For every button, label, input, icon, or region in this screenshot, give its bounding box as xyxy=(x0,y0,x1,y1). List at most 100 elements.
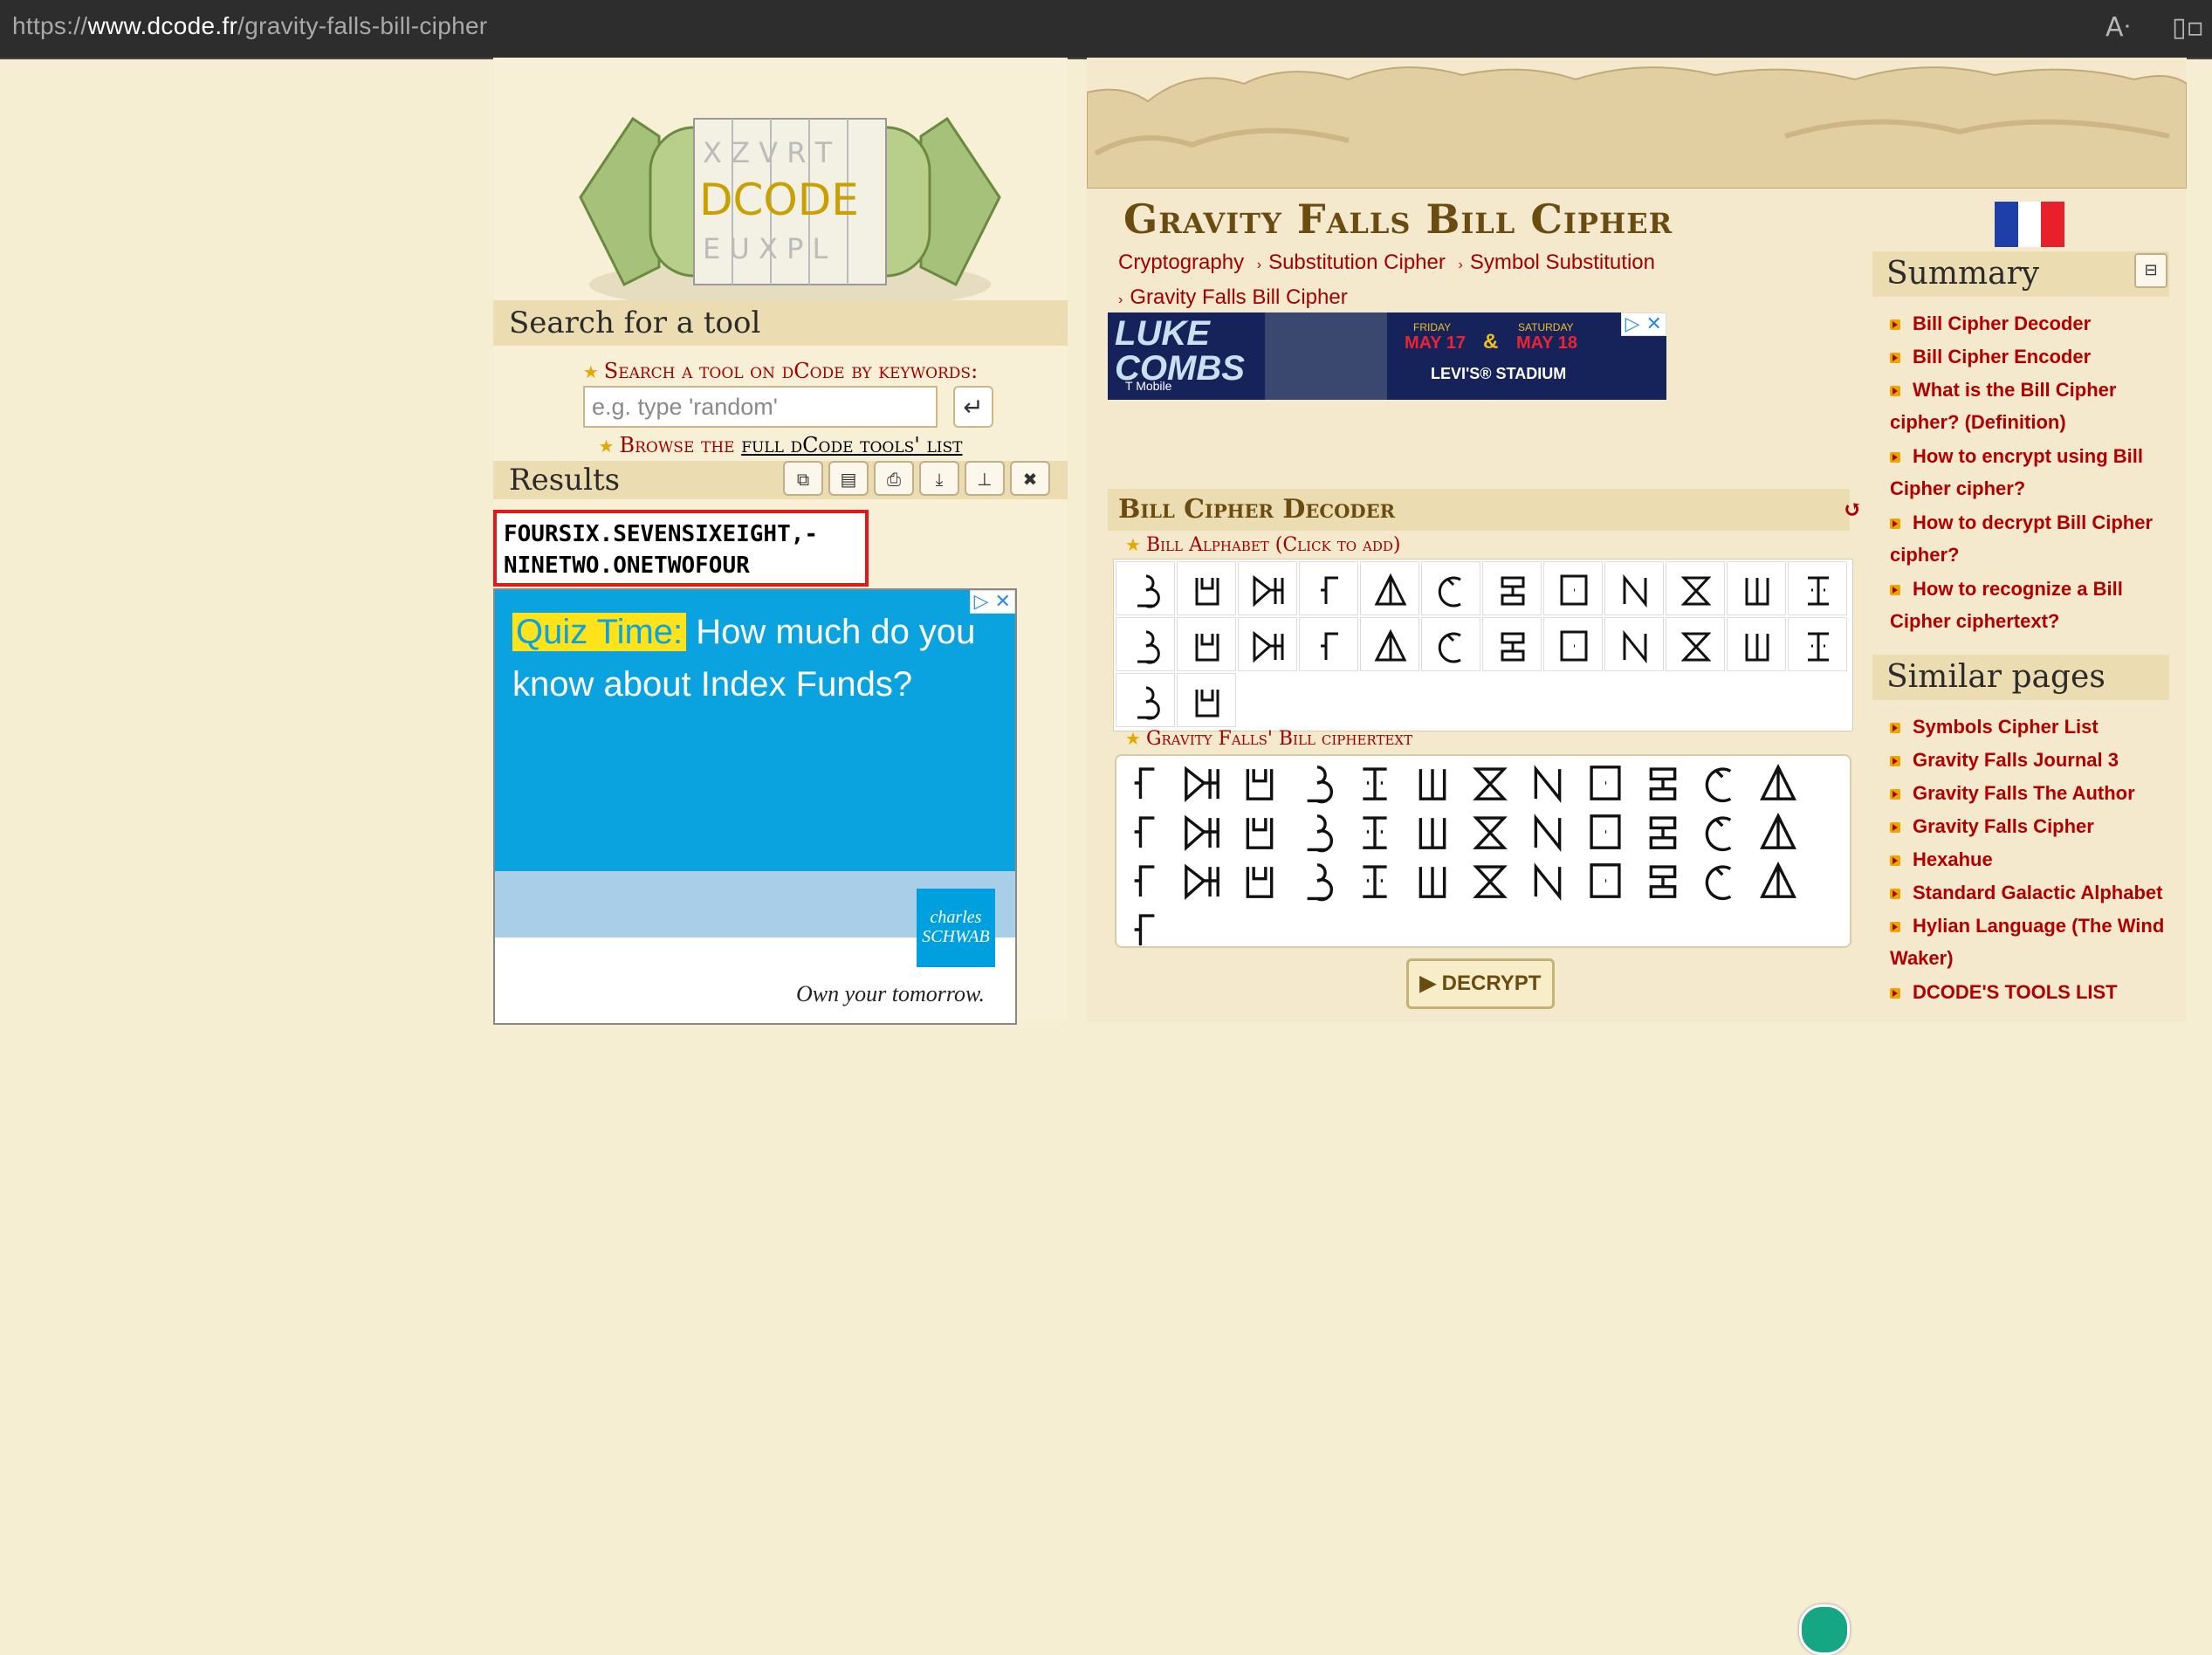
advertisement-top[interactable]: LUKE COMBS T Mobile FRIDAY MAY 17 & SATU… xyxy=(1108,312,1666,400)
ciphertext-symbol xyxy=(1469,810,1511,857)
alphabet-symbol-key[interactable] xyxy=(1299,617,1358,671)
url-text[interactable]: https://www.dcode.fr/gravity-falls-bill-… xyxy=(12,12,487,40)
ad-close-icon[interactable]: ▷ ✕ xyxy=(1620,312,1666,336)
schwab-logo: charles SCHWAB xyxy=(917,889,995,967)
ciphertext-symbol xyxy=(1700,810,1741,857)
pin-button[interactable]: ⊥ xyxy=(965,461,1005,496)
summary-link[interactable]: How to recognize a Bill Cipher ciphertex… xyxy=(1890,573,2178,637)
ciphertext-symbol xyxy=(1123,859,1165,906)
similar-pages-heading: Similar pages xyxy=(1872,655,2169,700)
results-output[interactable]: FOURSIX.SEVENSIXEIGHT,- NINETWO.ONETWOFO… xyxy=(493,510,869,587)
alphabet-symbol-key[interactable] xyxy=(1177,617,1236,671)
reset-icon[interactable]: ↺ xyxy=(1843,489,1862,531)
alphabet-symbol-key[interactable] xyxy=(1116,617,1175,671)
alphabet-symbol-key[interactable] xyxy=(1788,561,1847,615)
breadcrumb-item[interactable]: Gravity Falls Bill Cipher xyxy=(1130,285,1347,309)
ciphertext-symbol xyxy=(1296,859,1338,906)
french-flag-icon[interactable] xyxy=(1995,202,2065,247)
close-icon: ✖ xyxy=(1022,469,1038,490)
summary-link[interactable]: Bill Cipher Encoder xyxy=(1890,340,2178,373)
decrypt-button[interactable]: ▶ DECRYPT xyxy=(1406,958,1555,1009)
alphabet-symbol-key[interactable] xyxy=(1604,561,1664,615)
alphabet-symbol-key[interactable] xyxy=(1788,617,1847,671)
parchment-header xyxy=(1087,66,2187,189)
ciphertext-symbol xyxy=(1181,810,1223,857)
ad-date1: MAY 17 xyxy=(1405,333,1467,353)
similar-link[interactable]: Symbols Cipher List xyxy=(1890,711,2178,743)
alphabet-symbol-key[interactable] xyxy=(1543,561,1603,615)
ciphertext-symbol xyxy=(1469,761,1511,808)
ciphertext-symbol xyxy=(1700,761,1741,808)
print-button[interactable]: ⎙ xyxy=(874,461,914,496)
ciphertext-symbol xyxy=(1584,761,1626,808)
similar-link[interactable]: Hylian Language (The Wind Waker) xyxy=(1890,910,2178,974)
alphabet-symbol-key[interactable] xyxy=(1666,561,1725,615)
alphabet-symbol-key[interactable] xyxy=(1238,561,1297,615)
split-screen-icon[interactable]: ▯▫ xyxy=(2172,12,2204,43)
read-aloud-icon[interactable]: Aᐧ xyxy=(2106,12,2130,43)
ciphertext-input[interactable] xyxy=(1115,754,1851,1655)
breadcrumb-item[interactable]: Cryptography xyxy=(1118,251,1244,274)
ad-close-icon[interactable]: ▷ ✕ xyxy=(969,590,1015,614)
ad-tagline: Own your tomorrow. xyxy=(796,981,985,1006)
alphabet-symbol-key[interactable] xyxy=(1666,617,1725,671)
alphabet-symbol-key[interactable] xyxy=(1116,673,1175,727)
advertisement-left[interactable]: Quiz Time: How much do you know about In… xyxy=(493,588,1017,1025)
ciphertext-symbol xyxy=(1412,761,1453,808)
copy-icon: ⧉ xyxy=(796,469,810,490)
summary-link[interactable]: Bill Cipher Decoder xyxy=(1890,307,2178,340)
alphabet-symbol-key[interactable] xyxy=(1727,617,1786,671)
enter-icon: ↵ xyxy=(963,393,984,422)
ad-headline: Quiz Time: How much do you know about In… xyxy=(512,613,976,704)
grammarly-icon[interactable] xyxy=(1799,1604,1850,1655)
ciphertext-symbol xyxy=(1700,859,1741,906)
browser-address-bar[interactable]: https://www.dcode.fr/gravity-falls-bill-… xyxy=(0,0,2212,59)
alphabet-symbol-key[interactable] xyxy=(1421,617,1480,671)
similar-link[interactable]: Standard Galactic Alphabet xyxy=(1890,876,2178,909)
ciphertext-symbol xyxy=(1527,859,1569,906)
star-icon: ★ xyxy=(1125,728,1141,749)
alphabet-symbol-key[interactable] xyxy=(1482,617,1542,671)
summary-link[interactable]: What is the Bill Cipher cipher? (Definit… xyxy=(1890,374,2178,438)
close-results-button[interactable]: ✖ xyxy=(1010,461,1050,496)
similar-link[interactable]: DCODE'S TOOLS LIST xyxy=(1890,976,2178,1008)
ciphertext-symbol xyxy=(1354,761,1396,808)
summary-link[interactable]: How to encrypt using Bill Cipher cipher? xyxy=(1890,440,2178,505)
similar-link[interactable]: Gravity Falls Cipher xyxy=(1890,810,2178,842)
alphabet-symbol-key[interactable] xyxy=(1177,561,1236,615)
ciphertext-symbol xyxy=(1757,859,1799,906)
ciphertext-symbol xyxy=(1181,859,1223,906)
dcode-logo[interactable]: X Z V R T E U X P L DCODE xyxy=(563,84,1017,319)
similar-link[interactable]: Hexahue xyxy=(1890,843,2178,876)
search-submit-button[interactable]: ↵ xyxy=(953,386,993,428)
download-button[interactable]: ⤓ xyxy=(919,461,959,496)
similar-link[interactable]: Gravity Falls Journal 3 xyxy=(1890,744,2178,776)
alphabet-symbol-key[interactable] xyxy=(1482,561,1542,615)
alphabet-symbol-key[interactable] xyxy=(1238,617,1297,671)
scroll-icon: ▤ xyxy=(840,469,857,490)
alphabet-symbol-key[interactable] xyxy=(1299,561,1358,615)
alphabet-symbol-key[interactable] xyxy=(1421,561,1480,615)
summary-link[interactable]: How to decrypt Bill Cipher cipher? xyxy=(1890,506,2178,571)
alphabet-symbol-key[interactable] xyxy=(1360,561,1419,615)
alphabet-symbol-key[interactable] xyxy=(1116,561,1175,615)
browse-tools-link[interactable]: ★ Browse the full dCode tools' list xyxy=(493,433,1068,457)
alphabet-symbol-key[interactable] xyxy=(1177,673,1236,727)
breadcrumb-item[interactable]: Substitution Cipher xyxy=(1268,251,1446,274)
alphabet-symbol-key[interactable] xyxy=(1727,561,1786,615)
similar-link[interactable]: Gravity Falls The Author xyxy=(1890,777,2178,809)
ciphertext-symbol xyxy=(1239,761,1281,808)
alphabet-symbol-key[interactable] xyxy=(1543,617,1603,671)
search-input[interactable] xyxy=(583,386,938,428)
collapse-sidebar-button[interactable]: ⊟ xyxy=(2134,253,2167,288)
alphabet-symbol-key[interactable] xyxy=(1604,617,1664,671)
alphabet-symbol-key[interactable] xyxy=(1360,617,1419,671)
ad-day1: FRIDAY xyxy=(1413,321,1452,333)
ciphertext-symbol xyxy=(1354,859,1396,906)
copy-button[interactable]: ⧉ xyxy=(783,461,823,496)
decoder-heading: Bill Cipher Decoder ↺ xyxy=(1108,489,1862,531)
breadcrumb-item[interactable]: Symbol Substitution xyxy=(1470,251,1655,274)
ciphertext-symbol xyxy=(1584,810,1626,857)
search-label: ★ Search a tool on dCode by keywords: xyxy=(582,359,979,383)
paste-button[interactable]: ▤ xyxy=(828,461,869,496)
